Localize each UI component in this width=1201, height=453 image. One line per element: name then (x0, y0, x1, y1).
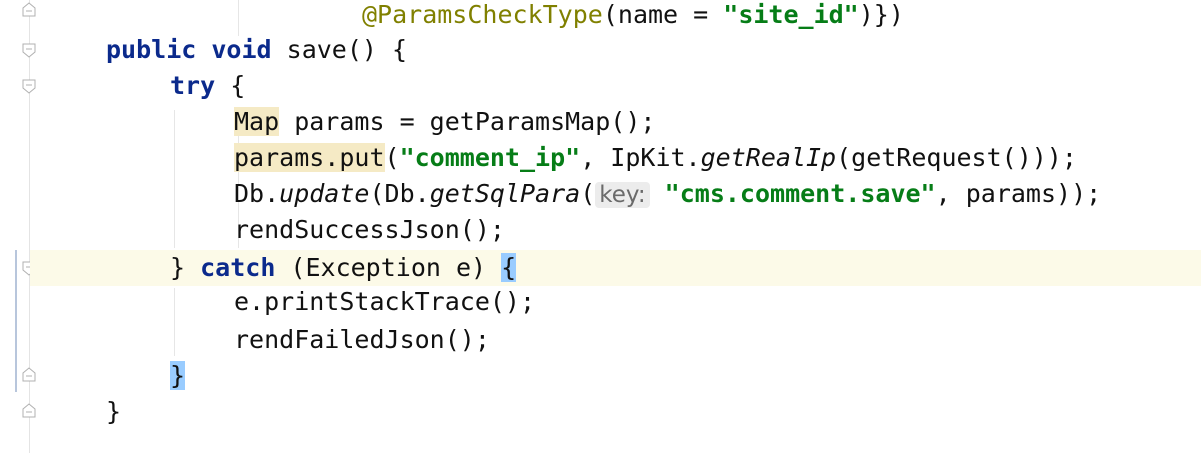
code-text: , IpKit. (580, 143, 701, 172)
paren: )}) (858, 0, 904, 29)
brace: } (106, 397, 122, 426)
code-text: (Exception e) (275, 253, 502, 282)
code-text: rendFailedJson(); (234, 325, 490, 354)
class-name: Db. (234, 179, 280, 208)
change-marker-bar[interactable] (15, 250, 17, 392)
keyword: void (211, 35, 272, 64)
method-call: params.put (234, 143, 385, 172)
keyword: try (170, 71, 216, 100)
code-text: (getRequest())); (836, 143, 1077, 172)
code-line-4[interactable]: Map params = getParamsMap(); (234, 104, 655, 140)
code-line-5[interactable]: params.put("comment_ip", IpKit.getRealIp… (234, 140, 1077, 176)
parameter-hint: key: (595, 182, 650, 208)
editor-gutter (0, 0, 36, 453)
code-line-2[interactable]: public void save() { (106, 32, 407, 68)
code-text: e.printStackTrace(); (234, 287, 536, 316)
string-literal: "comment_ip" (399, 143, 581, 172)
static-method: getSqlPara (429, 179, 581, 208)
code-line-12[interactable]: } (106, 394, 121, 430)
string-literal: "cms.comment.save" (664, 179, 936, 208)
code-text: params = getParamsMap(); (279, 107, 656, 136)
code-line-9[interactable]: e.printStackTrace(); (234, 284, 535, 320)
annotation: @ParamsCheckType (362, 0, 603, 29)
indent-guide (238, 0, 239, 36)
matched-brace: } (170, 361, 186, 390)
static-method: getRealIp (700, 143, 837, 172)
indent-guide (174, 110, 175, 248)
code-line-10[interactable]: rendFailedJson(); (234, 322, 490, 358)
param-name: name (617, 0, 679, 29)
method-signature: save() { (286, 35, 408, 64)
operator: = (678, 0, 724, 29)
type-name: Map (234, 107, 280, 136)
paren: ( (602, 0, 618, 29)
code-line-11[interactable]: } (170, 358, 186, 394)
keyword: public (106, 35, 197, 64)
brace: } (170, 253, 201, 282)
indent-guide (174, 288, 175, 356)
code-line-8[interactable]: } catch (Exception e) { (170, 250, 517, 286)
code-line-7[interactable]: rendSuccessJson(); (234, 212, 505, 248)
paren: ( (580, 179, 596, 208)
string-literal: "site_id" (723, 0, 859, 29)
code-line-3[interactable]: try { (170, 68, 245, 104)
code-text: (Db. (369, 179, 430, 208)
code-line-1[interactable]: @ParamsCheckType(name = "site_id")}) (362, 0, 904, 33)
static-method: update (279, 179, 370, 208)
paren: ( (384, 143, 400, 172)
code-text: { (215, 71, 246, 100)
keyword: catch (200, 253, 276, 282)
code-editor[interactable]: @ParamsCheckType(name = "site_id")}) pub… (30, 0, 1201, 453)
matched-brace: { (501, 253, 517, 282)
code-text: rendSuccessJson(); (234, 215, 505, 244)
code-line-6[interactable]: Db.update(Db.getSqlPara(key: "cms.commen… (234, 176, 1101, 212)
code-text: , params)); (935, 179, 1102, 208)
